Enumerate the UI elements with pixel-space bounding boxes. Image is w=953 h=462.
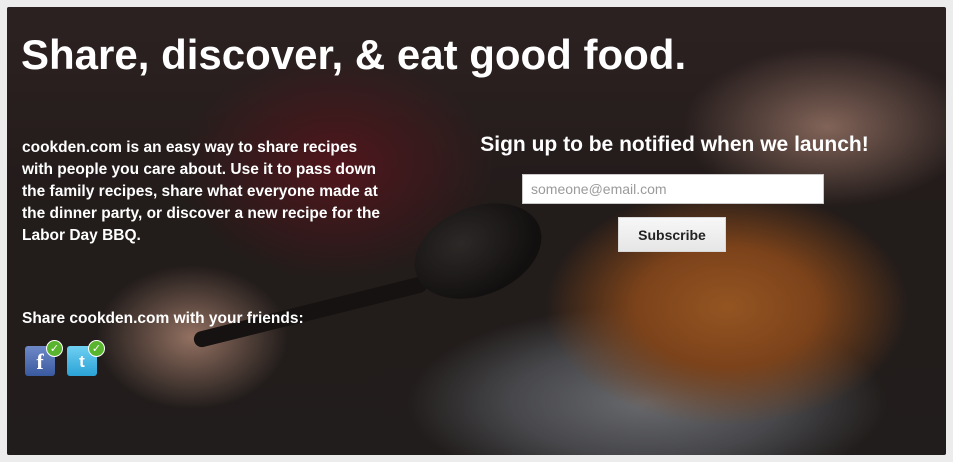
share-label: Share cookden.com with your friends: — [22, 310, 304, 327]
check-icon: ✓ — [88, 340, 105, 357]
signup-title: Sign up to be notified when we launch! — [480, 133, 869, 156]
facebook-icon: f — [36, 349, 44, 374]
email-field[interactable] — [522, 174, 824, 204]
twitter-share-button[interactable]: t ✓ — [67, 340, 105, 376]
facebook-share-button[interactable]: f ✓ — [25, 340, 63, 376]
site-description: cookden.com is an easy way to share reci… — [22, 139, 381, 244]
check-icon: ✓ — [46, 340, 63, 357]
subscribe-button[interactable]: Subscribe — [618, 217, 726, 252]
share-icons: f ✓ t ✓ — [25, 340, 125, 380]
page-headline: Share, discover, & eat good food. — [21, 31, 687, 78]
twitter-icon: t — [79, 352, 85, 371]
hero-banner: Share, discover, & eat good food. cookde… — [7, 7, 946, 455]
